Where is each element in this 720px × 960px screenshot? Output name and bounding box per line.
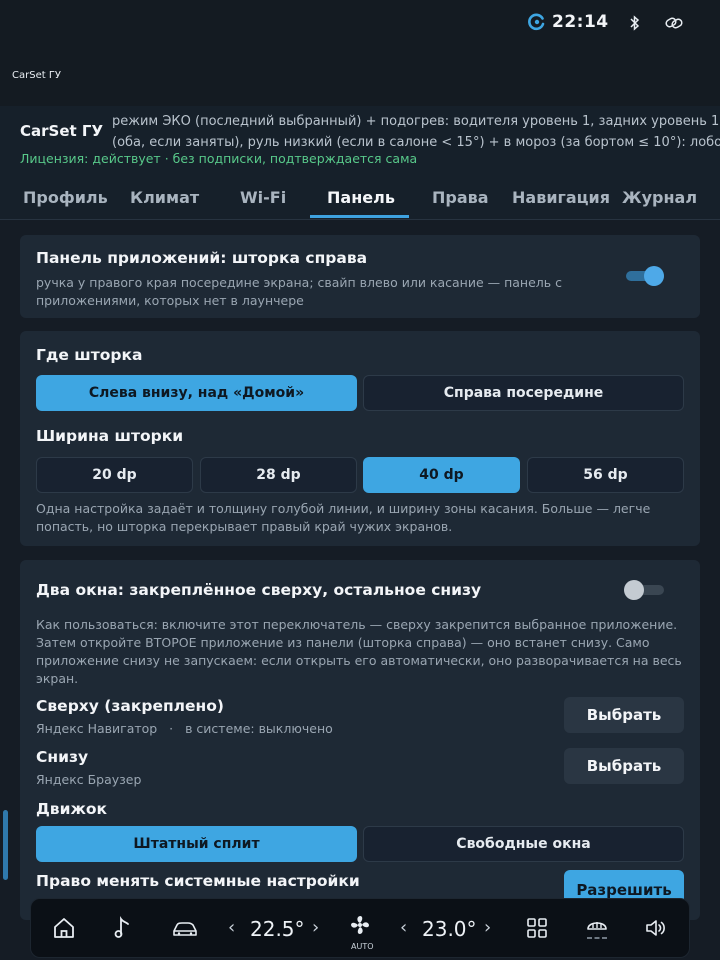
engine-native-split[interactable]: Штатный сплит <box>36 826 357 862</box>
status-bar: 22:14 CarSet ГУ <box>0 0 720 106</box>
apps-grid-icon[interactable] <box>525 916 549 940</box>
fan-icon[interactable] <box>348 913 372 937</box>
home-icon[interactable] <box>52 916 76 940</box>
active-tab-indicator <box>310 215 409 218</box>
tab-bar: Профиль Климат Wi-Fi Панель Права Навига… <box>0 182 720 220</box>
help-line: приложение снизу не запускаем: если откр… <box>36 653 682 668</box>
help-line: экран. <box>36 671 79 686</box>
engine-label: Движок <box>36 800 108 818</box>
bottom-dock: ‹ 22.5° › AUTO ‹ 23.0° › <box>30 898 690 958</box>
toggle-knob <box>644 266 664 286</box>
toggle-knob <box>624 580 644 600</box>
separator-dot: · <box>161 721 182 736</box>
curtain-width-28dp[interactable]: 28 dp <box>200 457 357 493</box>
top-window-label: Сверху (закреплено) <box>36 697 224 715</box>
temp-right-increase-icon[interactable]: › <box>484 917 491 938</box>
note-line: Одна настройка задаёт и толщину голубой … <box>36 501 651 516</box>
tab-profile[interactable]: Профиль <box>23 188 108 207</box>
curtain-width-56dp[interactable]: 56 dp <box>527 457 684 493</box>
temp-right-value: 23.0° <box>422 917 477 941</box>
split-windows-title: Два окна: закреплённое сверху, остальное… <box>36 581 482 599</box>
app-panel-card: Панель приложений: шторка справа ручка у… <box>20 235 700 318</box>
mode-description-line: (оба, если заняты), руль низкий (если в … <box>112 135 720 150</box>
bottom-window-label: Снизу <box>36 748 89 766</box>
system-settings-right-label: Право менять системные настройки <box>36 872 360 890</box>
rear-defrost-icon[interactable] <box>583 913 611 943</box>
app-panel-description: ручка у правого края посередине экрана; … <box>36 274 626 310</box>
app-window-label: CarSet ГУ <box>12 70 62 81</box>
fan-mode-label: AUTO <box>351 942 374 951</box>
choose-bottom-app-button[interactable]: Выбрать <box>564 748 684 784</box>
top-window-status: в системе: выключено <box>185 721 333 736</box>
tab-wifi[interactable]: Wi-Fi <box>240 188 286 207</box>
split-windows-toggle[interactable] <box>624 579 666 601</box>
sync-icon <box>528 13 545 31</box>
curtain-width-40dp[interactable]: 40 dp <box>363 457 520 493</box>
app-title: CarSet ГУ <box>20 122 104 140</box>
volume-icon[interactable] <box>644 916 668 940</box>
curtain-width-title: Ширина шторки <box>36 427 184 445</box>
bluetooth-icon <box>630 15 640 31</box>
description-line: приложениями, которых нет в лаунчере <box>36 293 304 308</box>
tab-rights[interactable]: Права <box>432 188 489 207</box>
clock-area: 22:14 <box>528 12 609 32</box>
scrollbar[interactable] <box>3 810 8 880</box>
split-windows-card: Два окна: закреплённое сверху, остальное… <box>20 560 700 920</box>
clock-time: 22:14 <box>552 12 609 32</box>
tab-log[interactable]: Журнал <box>622 188 697 207</box>
mode-description-line: режим ЭКО (последний выбранный) + подогр… <box>112 114 720 129</box>
top-window-app-info: Яндекс Навигатор · в системе: выключено <box>36 721 333 736</box>
license-status: Лицензия: действует · без подписки, подт… <box>20 151 418 166</box>
curtain-position-right-middle[interactable]: Справа посередине <box>363 375 684 411</box>
choose-top-app-button[interactable]: Выбрать <box>564 697 684 733</box>
help-line: Как пользоваться: включите этот переключ… <box>36 617 678 632</box>
top-window-app: Яндекс Навигатор <box>36 721 158 736</box>
tabs-divider <box>0 219 720 220</box>
curtain-settings-card: Где шторка Слева внизу, над «Домой» Спра… <box>20 331 700 546</box>
app-panel-toggle[interactable] <box>624 265 666 287</box>
app-panel-title: Панель приложений: шторка справа <box>36 249 368 267</box>
tab-navigation[interactable]: Навигация <box>512 188 610 207</box>
split-windows-help: Как пользоваться: включите этот переключ… <box>36 616 696 688</box>
note-line: попасть, но шторка перекрывает правый кр… <box>36 519 453 534</box>
tab-panel[interactable]: Панель <box>327 188 395 207</box>
mode-description: режим ЭКО (последний выбранный) + подогр… <box>112 111 720 153</box>
curtain-position-left-bottom[interactable]: Слева внизу, над «Домой» <box>36 375 357 411</box>
help-line: Затем откройте ВТОРОЕ приложение из пане… <box>36 635 650 650</box>
curtain-width-20dp[interactable]: 20 dp <box>36 457 193 493</box>
car-icon[interactable] <box>171 916 199 940</box>
temp-left-decrease-icon[interactable]: ‹ <box>228 917 235 938</box>
engine-free-windows[interactable]: Свободные окна <box>363 826 684 862</box>
curtain-position-title: Где шторка <box>36 346 143 364</box>
temp-left-increase-icon[interactable]: › <box>312 917 319 938</box>
curtain-width-note: Одна настройка задаёт и толщину голубой … <box>36 500 686 536</box>
description-line: ручка у правого края посередине экрана; … <box>36 275 563 290</box>
temp-right-decrease-icon[interactable]: ‹ <box>400 917 407 938</box>
bottom-window-app: Яндекс Браузер <box>36 772 142 787</box>
temp-left-value: 22.5° <box>250 917 305 941</box>
tab-climate[interactable]: Климат <box>130 188 199 207</box>
music-icon[interactable] <box>111 916 135 940</box>
link-icon <box>665 17 683 29</box>
